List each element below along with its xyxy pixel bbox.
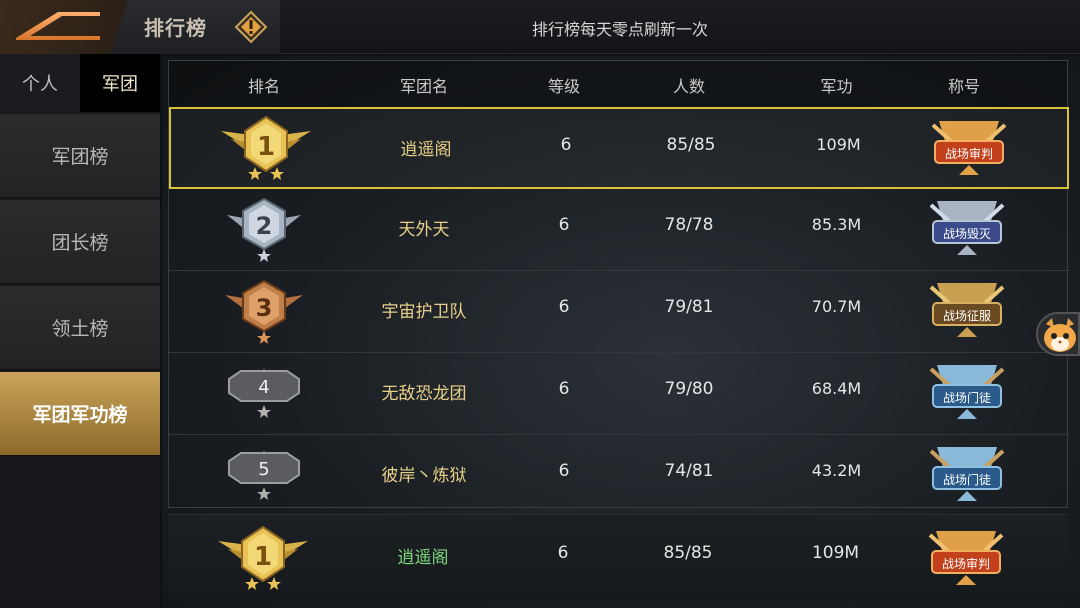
legion-people: 85/85	[666, 135, 716, 155]
table-row[interactable]: 3 宇宙护卫队 6 79/81 70.7M 战场征服	[169, 271, 1069, 353]
header-name: 军团名	[399, 77, 448, 96]
legion-merit: 70.7M	[811, 297, 862, 316]
rank-1-medal-icon: 1	[211, 113, 321, 187]
sidebar-item-leader-rank[interactable]: 团长榜	[0, 200, 160, 284]
legion-people: 74/81	[664, 461, 714, 481]
rank-2-number: 2	[256, 212, 273, 240]
rank-2-medal-icon: 2	[209, 193, 319, 267]
my-legion-merit: 109M	[811, 543, 860, 563]
title-badge-text: 战场门徒	[942, 391, 991, 405]
my-legion-row[interactable]: 1 逍遥阁 6 85/85 109M 战场审判	[168, 514, 1068, 600]
legion-level: 6	[558, 461, 570, 481]
ranking-panel: 排名 军团名 等级 人数 军功 称号 1 逍遥阁 6 85/85 109M 战场…	[162, 56, 1080, 608]
title-badge-text: 战场门徒	[942, 473, 991, 487]
sidebar-item-legion-rank[interactable]: 军团榜	[0, 114, 160, 198]
my-legion-people: 85/85	[663, 543, 713, 563]
title-badge-text: 战场征服	[942, 309, 991, 323]
legion-level: 6	[560, 135, 572, 155]
legion-merit: 68.4M	[811, 379, 862, 398]
legion-people: 79/80	[664, 379, 714, 399]
title-badge-text: 战场审判	[941, 557, 990, 571]
rank-4-number: 4	[258, 377, 269, 398]
table-row[interactable]: 5 彼岸丶炼狱 6 74/81 43.2M 战场门徒	[169, 435, 1069, 517]
tab-personal[interactable]: 个人	[0, 54, 80, 112]
header-level: 等级	[547, 77, 580, 96]
legion-name: 彼岸丶炼狱	[381, 466, 467, 486]
legion-level: 6	[558, 297, 570, 317]
my-title-badge-judgement-icon: 战场审判	[920, 527, 1012, 589]
table-row[interactable]: 2 天外天 6 78/78 85.3M 战场毁灭	[169, 189, 1069, 271]
rank-5-number: 5	[258, 459, 269, 480]
my-rank-medal-icon: 1	[208, 523, 318, 597]
title-badge-disciple-icon: 战场门徒	[921, 443, 1013, 505]
sidebar-item-merit-rank[interactable]: 军团军功榜	[0, 372, 160, 456]
title-badge-text: 战场毁灭	[942, 227, 991, 241]
table-row[interactable]: 1 逍遥阁 6 85/85 109M 战场审判	[169, 107, 1069, 189]
legion-merit: 85.3M	[811, 215, 862, 234]
floating-cat-avatar-icon[interactable]	[1036, 312, 1080, 356]
ranking-table: 排名 军团名 等级 人数 军功 称号 1 逍遥阁 6 85/85 109M 战场…	[168, 60, 1069, 508]
rank-3-number: 3	[256, 294, 273, 322]
legion-name: 无敌恐龙团	[381, 384, 467, 404]
legion-level: 6	[558, 379, 570, 399]
table-header: 排名 军团名 等级 人数 军功 称号	[169, 61, 1067, 107]
header-rank: 排名	[247, 77, 280, 96]
legion-name: 逍遥阁	[400, 140, 452, 160]
refresh-notice: 排行榜每天零点刷新一次	[531, 20, 708, 39]
page-title: 排行榜	[144, 16, 207, 40]
header-title: 称号	[947, 77, 980, 96]
back-arrow-icon	[16, 12, 100, 40]
sidebar-tabs: 个人 军团	[0, 54, 160, 112]
my-rank-number: 1	[254, 542, 272, 572]
legion-merit: 109M	[816, 135, 861, 154]
header-merit: 军功	[820, 77, 853, 96]
header-people: 人数	[672, 77, 705, 96]
legion-level: 6	[558, 215, 570, 235]
title-badge-destruction-icon: 战场毁灭	[921, 197, 1013, 259]
legion-merit: 43.2M	[811, 461, 862, 480]
title-badge-disciple-icon: 战场门徒	[921, 361, 1013, 423]
legion-name: 宇宙护卫队	[381, 302, 467, 322]
tab-legion[interactable]: 军团	[80, 54, 160, 112]
my-legion-level: 6	[557, 543, 569, 563]
legion-people: 79/81	[664, 297, 714, 317]
table-row[interactable]: 4 无敌恐龙团 6 79/80 68.4M 战场门徒	[169, 353, 1069, 435]
rank-1-number: 1	[257, 132, 275, 162]
top-bar: 排行榜 排行榜每天零点刷新一次	[0, 0, 1080, 54]
title-badge-conquest-icon: 战场征服	[921, 279, 1013, 341]
sidebar-item-territory-rank[interactable]: 领土榜	[0, 286, 160, 370]
legion-people: 78/78	[664, 215, 714, 235]
warning-icon[interactable]	[234, 10, 268, 44]
legion-name: 天外天	[398, 220, 450, 240]
sidebar: 个人 军团 军团榜 团长榜 领土榜 军团军功榜	[0, 54, 160, 608]
back-button[interactable]	[0, 0, 128, 54]
rank-4-plate-icon: 4	[209, 357, 319, 431]
title-badge-text: 战场审判	[944, 147, 993, 161]
rank-5-plate-icon: 5	[209, 439, 319, 513]
my-legion-name: 逍遥阁	[397, 548, 449, 568]
title-badge-judgement-icon: 战场审判	[923, 117, 1015, 179]
rank-3-medal-icon: 3	[209, 275, 319, 349]
